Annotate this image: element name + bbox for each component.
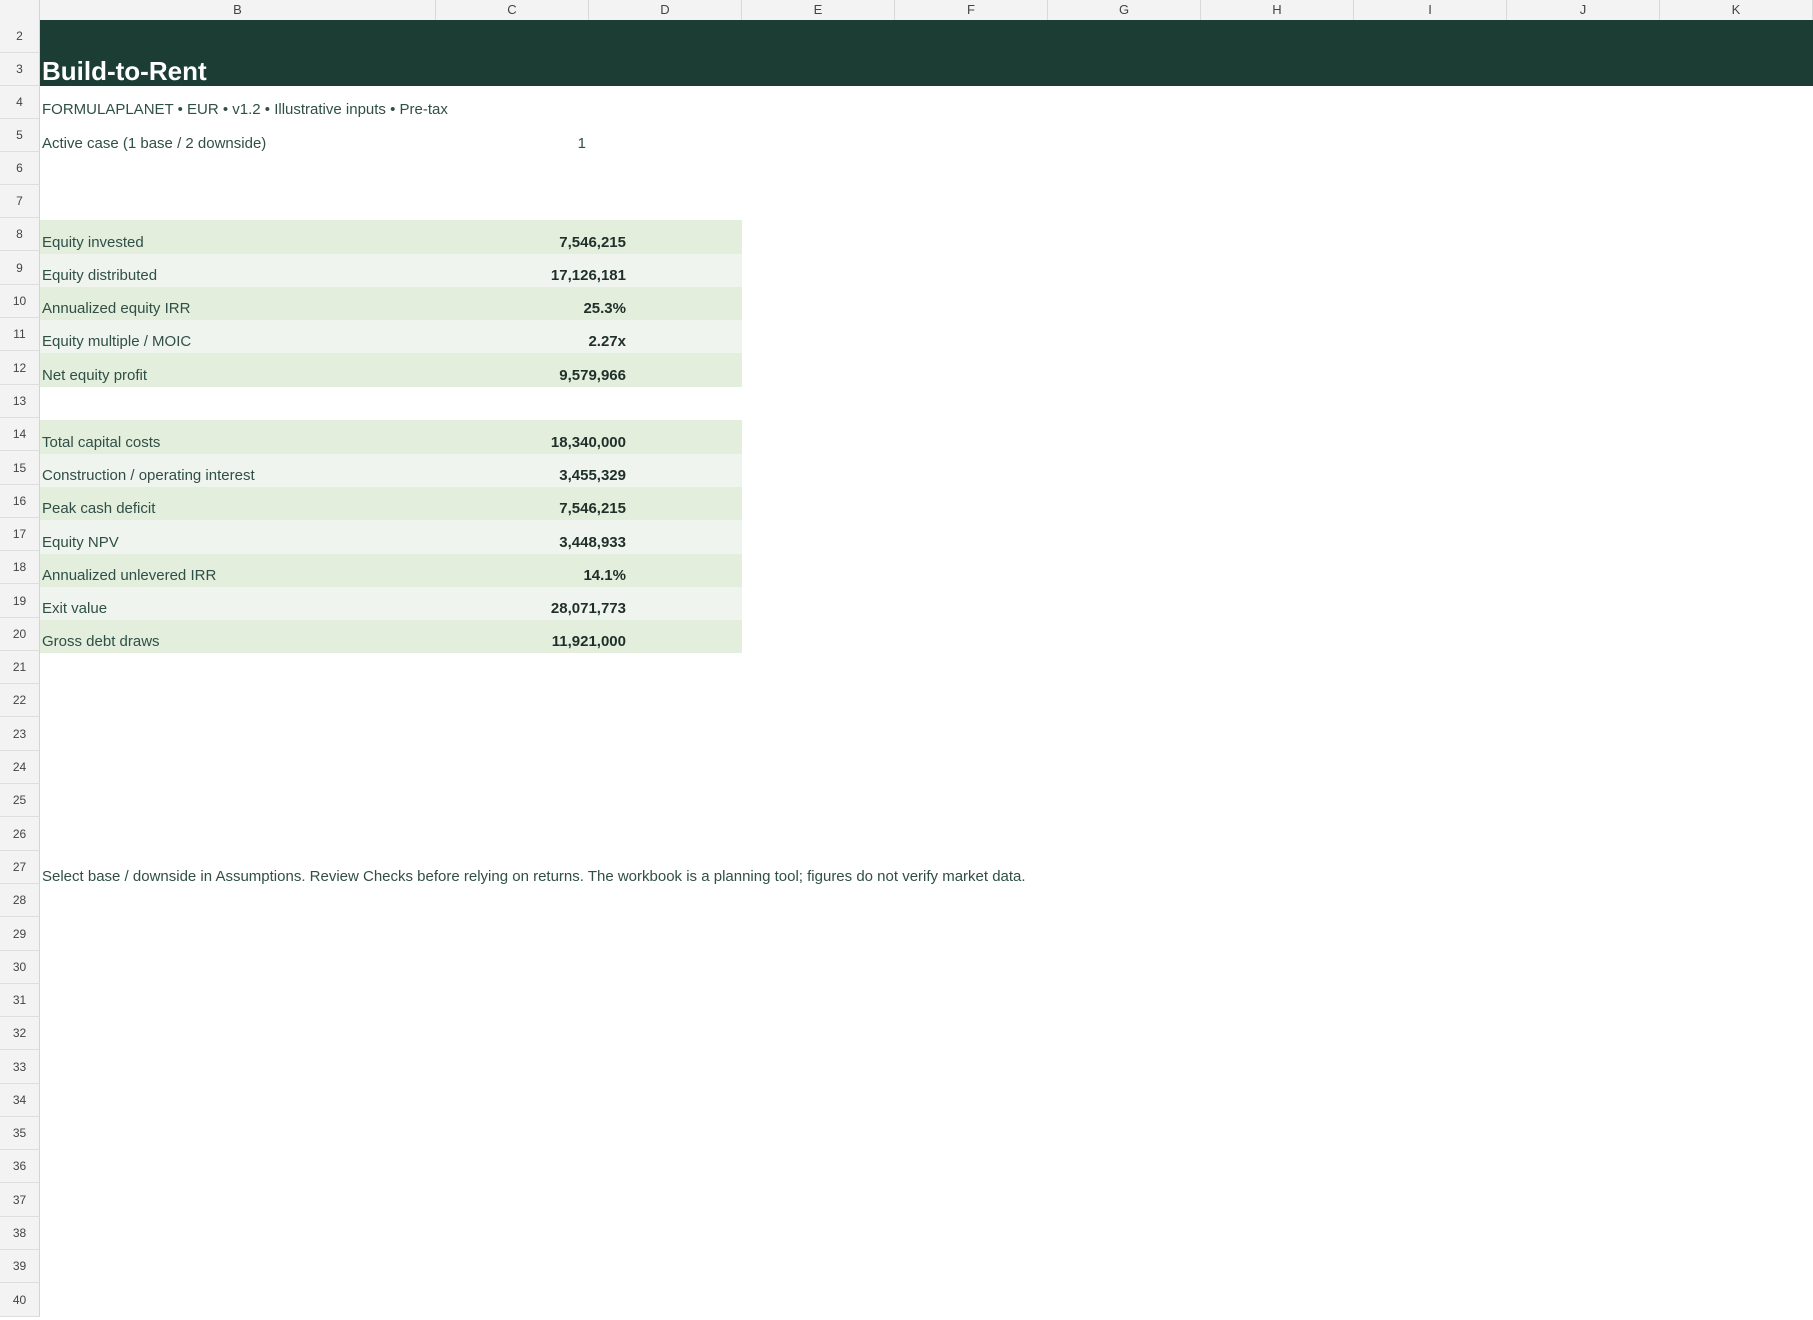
kpi-value[interactable]: 7,546,215: [480, 234, 626, 251]
row-header-39[interactable]: 39: [0, 1250, 40, 1283]
row-header-9[interactable]: 9: [0, 251, 40, 285]
row-header-18[interactable]: 18: [0, 551, 40, 584]
row-header-8[interactable]: 8: [0, 218, 40, 251]
kpi-row: Annualized equity IRR 25.3%: [40, 287, 742, 320]
kpi-value[interactable]: 17,126,181: [480, 267, 626, 284]
row-header-20[interactable]: 20: [0, 618, 40, 651]
kpi-row: Gross debt draws 11,921,000: [40, 620, 742, 653]
row-header-17[interactable]: 17: [0, 518, 40, 551]
kpi-row: Equity multiple / MOIC 2.27x: [40, 320, 742, 353]
row-header-31[interactable]: 31: [0, 984, 40, 1017]
kpi-value[interactable]: 14.1%: [480, 567, 626, 584]
subtitle: FORMULAPLANET • EUR • v1.2 • Illustrativ…: [42, 101, 448, 118]
row-header-35[interactable]: 35: [0, 1117, 40, 1150]
row-header-27[interactable]: 27: [0, 851, 40, 884]
row-header-22[interactable]: 22: [0, 684, 40, 717]
column-header-j[interactable]: J: [1507, 0, 1660, 20]
row-header-38[interactable]: 38: [0, 1217, 40, 1250]
row-header-6[interactable]: 6: [0, 152, 40, 185]
kpi-row: Equity distributed 17,126,181: [40, 254, 742, 287]
title-band: [40, 20, 1813, 86]
row-header-7[interactable]: 7: [0, 185, 40, 218]
column-header-bar: B C D E F G H I J K: [0, 0, 1813, 21]
row-header-4[interactable]: 4: [0, 86, 40, 119]
footer-note: Select base / downside in Assumptions. R…: [42, 868, 1026, 885]
kpi-label: Equity NPV: [42, 534, 119, 551]
kpi-label: Equity invested: [42, 234, 144, 251]
row-header-36[interactable]: 36: [0, 1150, 40, 1183]
row-header-30[interactable]: 30: [0, 951, 40, 984]
row-header-33[interactable]: 33: [0, 1050, 40, 1084]
row-header-12[interactable]: 12: [0, 351, 40, 385]
row-header-29[interactable]: 29: [0, 917, 40, 951]
kpi-row: Equity NPV 3,448,933: [40, 520, 742, 554]
row-header-26[interactable]: 26: [0, 817, 40, 851]
kpi-row: Exit value 28,071,773: [40, 587, 742, 620]
row-header-3[interactable]: 3: [0, 53, 40, 86]
kpi-row: Peak cash deficit 7,546,215: [40, 487, 742, 520]
kpi-value[interactable]: 28,071,773: [480, 600, 626, 617]
kpi-label: Construction / operating interest: [42, 467, 255, 484]
kpi-value[interactable]: 2.27x: [480, 333, 626, 350]
column-header-c[interactable]: C: [436, 0, 589, 20]
row-header-32[interactable]: 32: [0, 1017, 40, 1050]
kpi-row: Construction / operating interest 3,455,…: [40, 454, 742, 487]
row-header-23[interactable]: 23: [0, 717, 40, 751]
kpi-row: Annualized unlevered IRR 14.1%: [40, 554, 742, 587]
row-header-13[interactable]: 13: [0, 385, 40, 418]
column-header-e[interactable]: E: [742, 0, 895, 20]
row-header-34[interactable]: 34: [0, 1084, 40, 1117]
row-header-37[interactable]: 37: [0, 1183, 40, 1217]
column-header-d[interactable]: D: [589, 0, 742, 20]
page-title: Build-to-Rent: [42, 56, 207, 86]
kpi-value[interactable]: 25.3%: [480, 300, 626, 317]
row-header-2[interactable]: 2: [0, 20, 40, 53]
kpi-label: Annualized unlevered IRR: [42, 567, 217, 584]
column-header-f[interactable]: F: [895, 0, 1048, 20]
row-header-10[interactable]: 10: [0, 285, 40, 318]
kpi-label: Net equity profit: [42, 367, 148, 384]
row-header-28[interactable]: 28: [0, 884, 40, 917]
kpi-value[interactable]: 9,579,966: [480, 367, 626, 384]
kpi-value[interactable]: 7,546,215: [480, 500, 626, 517]
kpi-value[interactable]: 18,340,000: [480, 434, 626, 451]
kpi-value[interactable]: 3,455,329: [480, 467, 626, 484]
row-header-14[interactable]: 14: [0, 418, 40, 451]
column-header-i[interactable]: I: [1354, 0, 1507, 20]
kpi-label: Annualized equity IRR: [42, 300, 191, 317]
row-header-21[interactable]: 21: [0, 651, 40, 684]
row-header-25[interactable]: 25: [0, 784, 40, 817]
active-case-value[interactable]: 1: [440, 134, 586, 154]
kpi-value[interactable]: 3,448,933: [480, 534, 626, 551]
kpi-label: Equity distributed: [42, 267, 158, 284]
kpi-label: Peak cash deficit: [42, 500, 156, 517]
row-header-40[interactable]: 40: [0, 1283, 40, 1317]
row-header-5[interactable]: 5: [0, 119, 40, 152]
column-header-k[interactable]: K: [1660, 0, 1813, 20]
row-header-24[interactable]: 24: [0, 751, 40, 784]
kpi-label: Exit value: [42, 600, 108, 617]
kpi-row: Equity invested 7,546,215: [40, 220, 742, 254]
active-case-label: Active case (1 base / 2 downside): [42, 135, 267, 152]
column-header-g[interactable]: G: [1048, 0, 1201, 20]
row-header-11[interactable]: 11: [0, 318, 40, 351]
kpi-value[interactable]: 11,921,000: [480, 633, 626, 650]
kpi-label: Total capital costs: [42, 434, 161, 451]
kpi-label: Equity multiple / MOIC: [42, 333, 192, 350]
column-header-b[interactable]: B: [40, 0, 436, 20]
row-header-19[interactable]: 19: [0, 584, 40, 618]
row-header-15[interactable]: 15: [0, 451, 40, 485]
spreadsheet-grid: B C D E F G H I J K 2 3 4 5 6 7 8 9 10 11 12 13 14 15…: [0, 0, 1813, 1320]
select-all-corner[interactable]: [0, 0, 40, 20]
kpi-label: Gross debt draws: [42, 633, 160, 650]
row-header-16[interactable]: 16: [0, 485, 40, 518]
column-header-h[interactable]: H: [1201, 0, 1354, 20]
kpi-row: Total capital costs 18,340,000: [40, 420, 742, 454]
kpi-row: Net equity profit 9,579,966: [40, 353, 742, 387]
